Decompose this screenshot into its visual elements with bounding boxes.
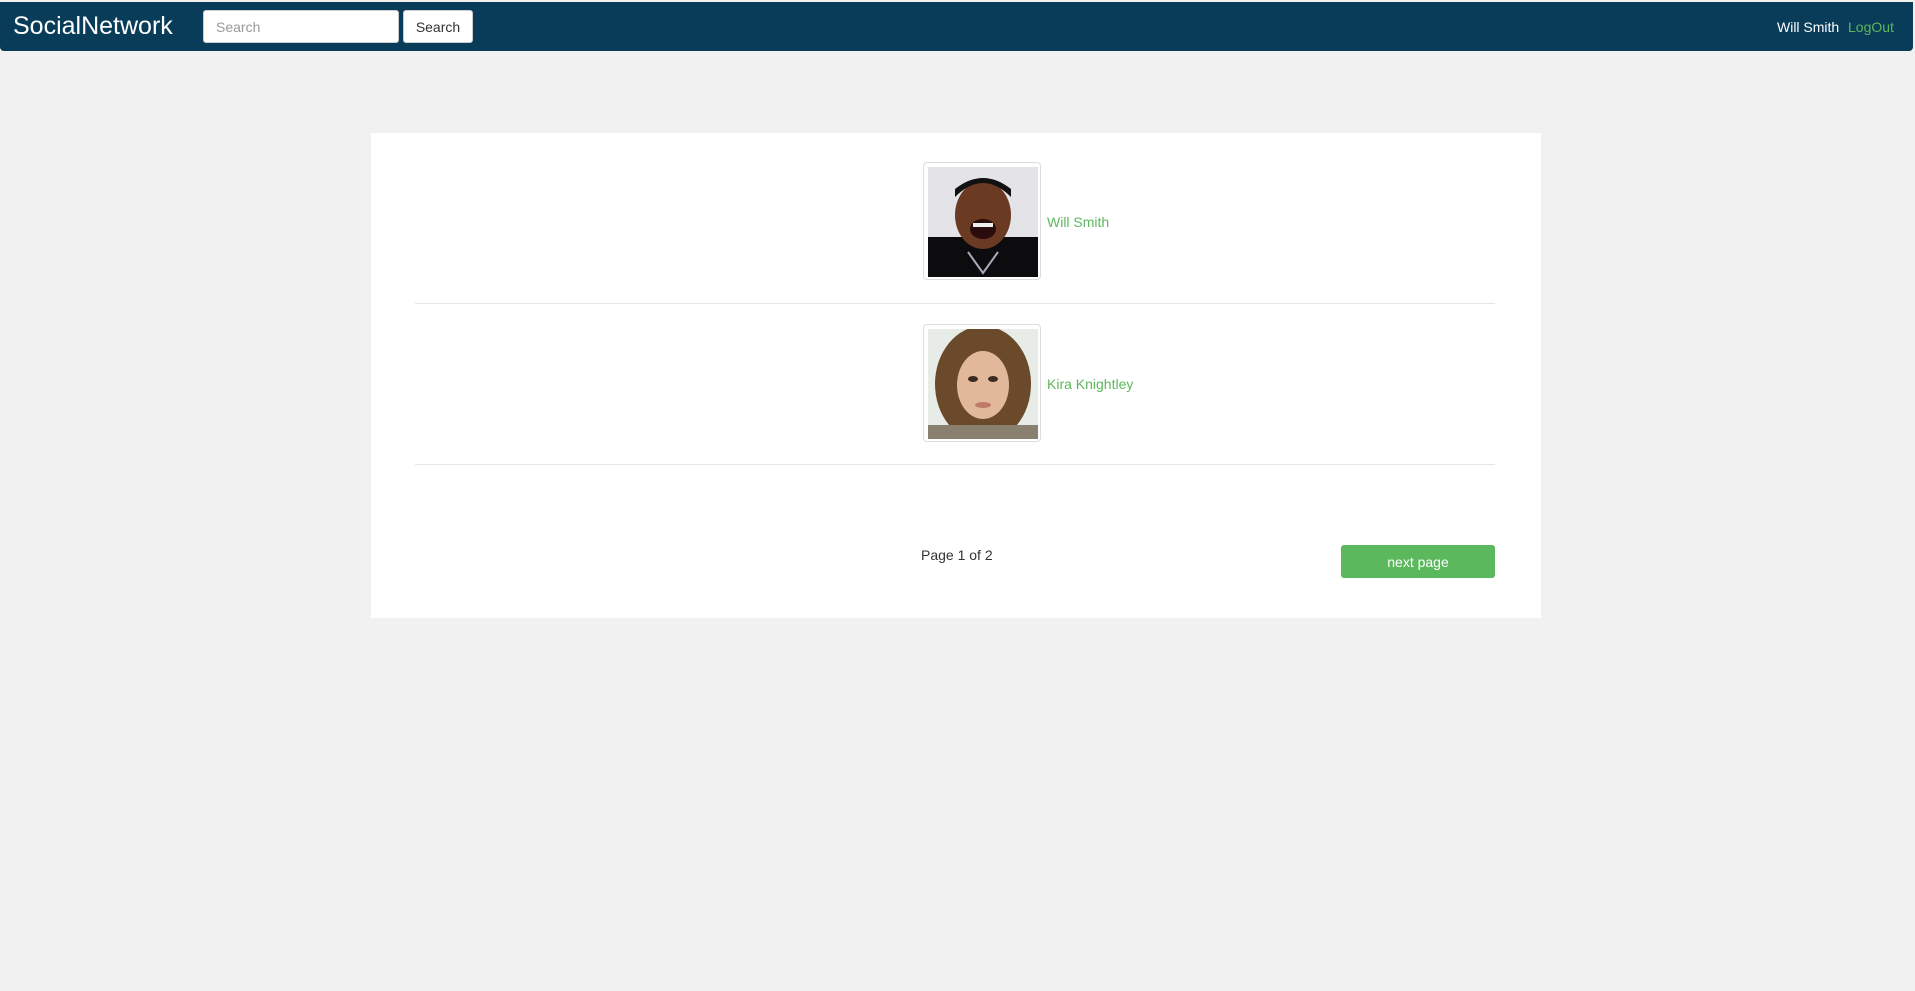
- page-indicator: Page 1 of 2: [921, 547, 993, 563]
- next-page-button[interactable]: next page: [1341, 545, 1495, 578]
- logout-link[interactable]: LogOut: [1848, 19, 1894, 35]
- list-item: Kira Knightley: [415, 304, 1495, 465]
- user-link[interactable]: Kira Knightley: [1047, 376, 1133, 392]
- user-photo-icon: [928, 167, 1038, 277]
- search-input[interactable]: [203, 10, 399, 43]
- avatar[interactable]: [923, 162, 1041, 280]
- current-user-name[interactable]: Will Smith: [1777, 19, 1839, 35]
- user-photo-icon: [928, 329, 1038, 439]
- top-navbar: SocialNetwork Search Will Smith LogOut: [0, 2, 1913, 51]
- avatar[interactable]: [923, 324, 1041, 442]
- user-list-card: Will Smith Kira Knightley Page 1 of 2 ne…: [371, 133, 1541, 618]
- search-button[interactable]: Search: [403, 10, 473, 43]
- list-item: Will Smith: [415, 133, 1495, 304]
- user-link[interactable]: Will Smith: [1047, 214, 1109, 230]
- brand-logo[interactable]: SocialNetwork: [13, 12, 173, 41]
